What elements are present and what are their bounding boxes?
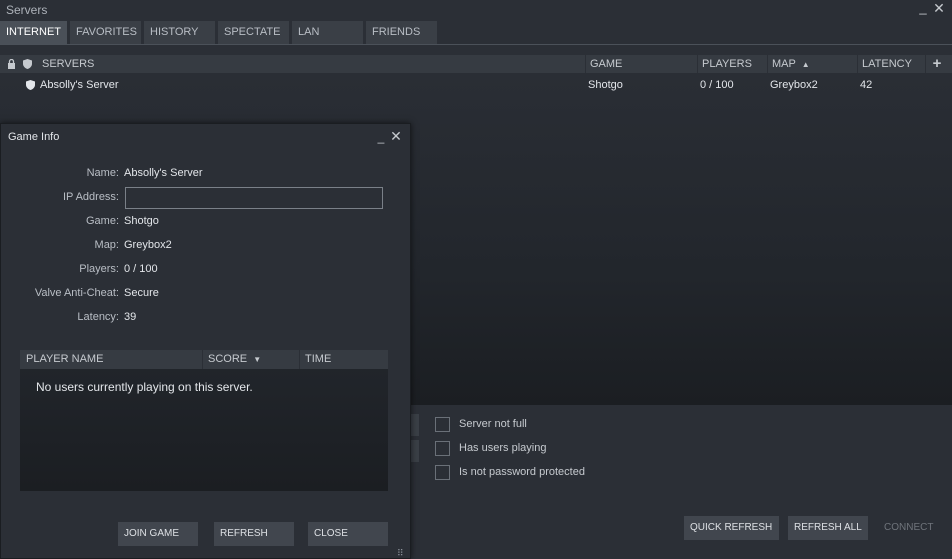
row-server-name: Absolly's Server [40,79,119,91]
has-users-playing-label: Has users playing [459,442,547,454]
close-button[interactable]: CLOSE [308,522,388,546]
tab-history[interactable]: HISTORY [144,21,216,44]
resize-grip-icon[interactable]: ⠿ [397,548,407,558]
lock-icon[interactable] [7,55,17,73]
tab-favorites[interactable]: FAVORITES [70,21,142,44]
column-players[interactable]: PLAYERS [702,55,752,73]
player-list-header: PLAYER NAME SCORE ▼ TIME [20,350,388,369]
add-column-icon[interactable]: + [928,55,946,73]
vac-value: Secure [124,287,159,299]
tab-internet[interactable]: INTERNET [0,21,68,44]
tab-lan[interactable]: LAN [292,21,364,44]
ip-address-input[interactable] [125,187,383,209]
empty-player-message: No users currently playing on this serve… [36,380,253,394]
column-servers[interactable]: SERVERS [42,55,94,73]
name-label: Name: [86,167,119,179]
name-value: Absolly's Server [124,167,203,179]
window-title: Servers [6,3,48,17]
row-game: Shotgo [588,79,623,91]
dialog-title: Game Info [8,131,60,143]
dialog-close-icon[interactable]: ✕ [389,129,403,143]
sort-descending-icon: ▼ [253,355,262,364]
game-label: Game: [85,215,119,227]
minimize-icon[interactable]: _ [917,1,929,15]
column-map-label: MAP [772,58,796,70]
not-password-protected-checkbox[interactable] [435,465,450,480]
refresh-button[interactable]: REFRESH [214,522,294,546]
row-latency: 42 [860,79,873,91]
has-users-playing-checkbox[interactable] [435,441,450,456]
server-list-header: SERVERS GAME PLAYERS MAP ▲ LATENCY + [0,55,952,73]
column-time[interactable]: TIME [305,350,331,369]
filter-stub [411,440,419,462]
game-info-dialog: Game Info _ ✕ Name: Absolly's Server IP … [0,123,411,559]
map-label: Map: [94,239,119,251]
column-latency[interactable]: LATENCY [862,55,912,73]
tab-spectate[interactable]: SPECTATE [218,21,290,44]
filter-stub [411,414,419,436]
secure-shield-icon [26,78,35,92]
close-icon[interactable]: ✕ [932,1,946,15]
map-value: Greybox2 [124,239,172,251]
latency-value: 39 [124,311,137,323]
player-list: PLAYER NAME SCORE ▼ TIME No users curren… [20,350,388,491]
players-value: 0 / 100 [124,263,158,275]
column-game[interactable]: GAME [590,55,622,73]
row-players: 0 / 100 [700,79,734,91]
column-player-name[interactable]: PLAYER NAME [26,350,103,369]
server-not-full-label: Server not full [459,418,527,430]
column-score-label: SCORE [208,353,248,365]
column-map[interactable]: MAP ▲ [772,55,810,73]
refresh-all-button[interactable]: REFRESH ALL [788,516,868,540]
tab-friends[interactable]: FRIENDS [366,21,438,44]
not-password-protected-label: Is not password protected [459,466,585,478]
server-not-full-checkbox[interactable] [435,417,450,432]
shield-icon[interactable] [23,55,33,73]
game-value: Shotgo [124,215,159,227]
vac-label: Valve Anti-Cheat: [34,287,119,299]
dialog-minimize-icon[interactable]: _ [375,130,387,144]
sort-ascending-icon: ▲ [801,60,810,69]
quick-refresh-button[interactable]: QUICK REFRESH [684,516,779,540]
connect-button[interactable]: CONNECT [878,516,944,540]
row-map: Greybox2 [770,79,818,91]
tab-bar: INTERNET FAVORITES HISTORY SPECTATE LAN … [0,21,952,45]
ip-address-label: IP Address: [62,191,119,203]
join-game-button[interactable]: JOIN GAME [118,522,198,546]
column-score[interactable]: SCORE ▼ [208,350,261,369]
latency-label: Latency: [77,311,119,323]
players-label: Players: [79,263,119,275]
